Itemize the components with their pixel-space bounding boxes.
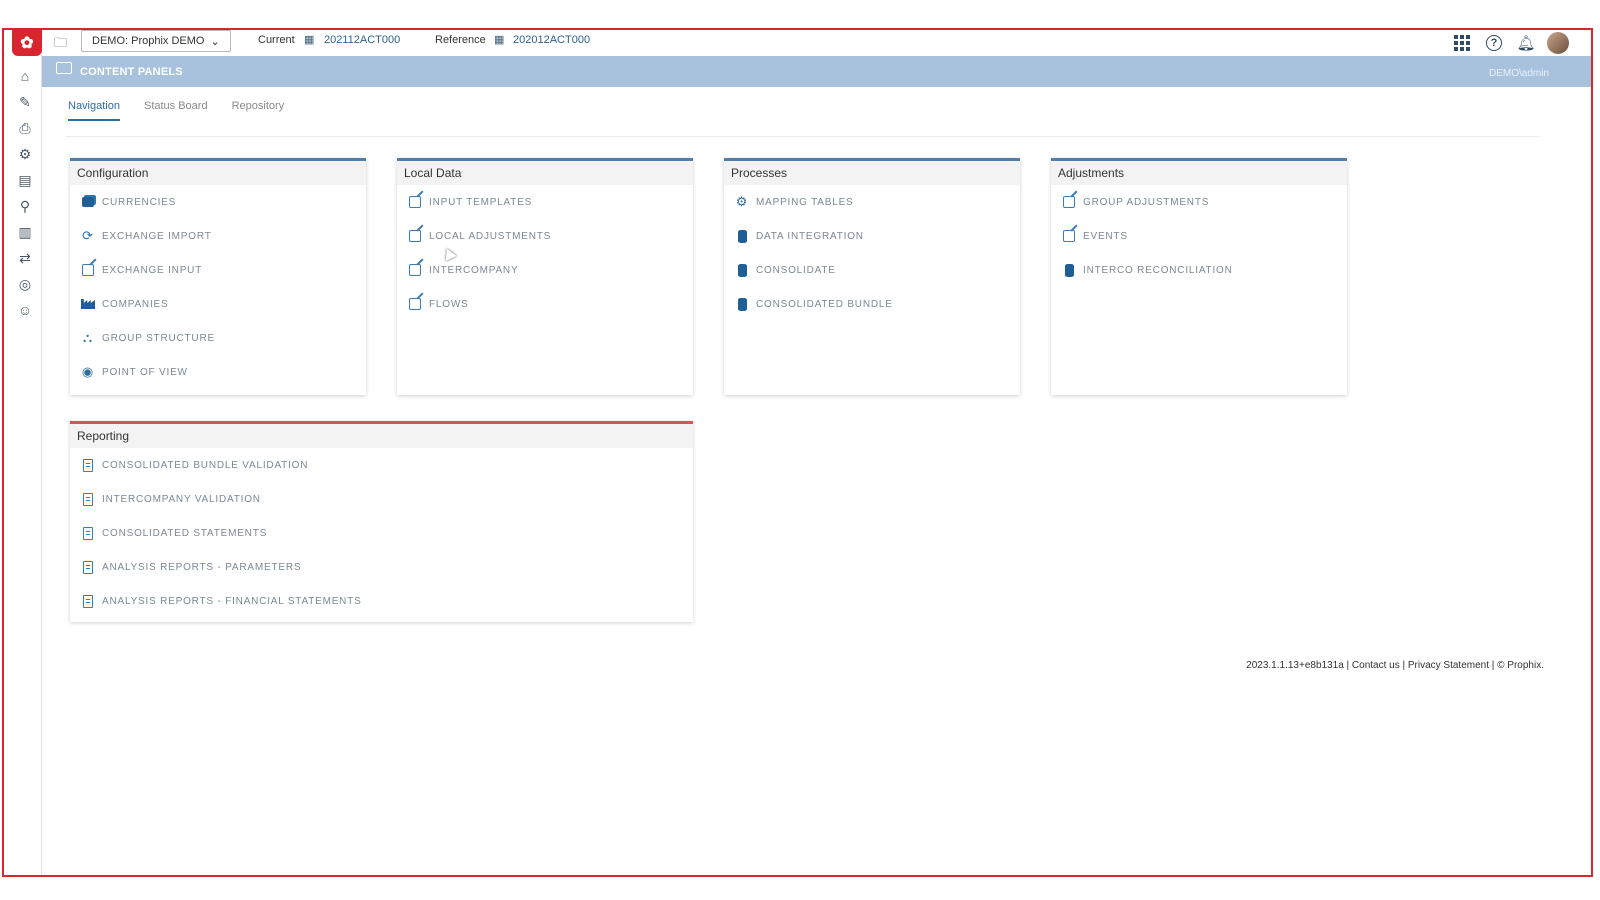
list-item-group-adjustments[interactable]: Group Adjustments xyxy=(1051,185,1347,219)
list-item-exchange-import[interactable]: ⟳ Exchange Import xyxy=(70,219,366,253)
tab-divider xyxy=(66,136,1540,137)
tab-status-board[interactable]: Status Board xyxy=(144,100,208,121)
panel-reporting: Reporting Consolidated Bundle Validation… xyxy=(70,421,693,622)
list-item-currencies[interactable]: Currencies xyxy=(70,185,366,219)
list-item-consolidated-bundle-validation[interactable]: Consolidated Bundle Validation xyxy=(70,448,693,482)
currencies-icon xyxy=(80,194,96,210)
user-avatar[interactable] xyxy=(1547,32,1569,54)
current-label: Current xyxy=(258,34,295,46)
list-item-analysis-reports-parameters[interactable]: Analysis Reports - Parameters xyxy=(70,550,693,584)
database-icon xyxy=(734,228,750,244)
edit-icon xyxy=(407,262,423,278)
footer-text[interactable]: 2023.1.1.13+e8b131a | Contact us | Priva… xyxy=(1246,660,1544,671)
calculator-icon[interactable]: ▤ xyxy=(15,170,35,190)
list-item-intercompany-validation[interactable]: Intercompany Validation xyxy=(70,482,693,516)
edit-icon xyxy=(80,262,96,278)
tab-navigation[interactable]: Navigation xyxy=(68,100,120,121)
panel-title: Reporting xyxy=(70,424,693,448)
list-item-flows[interactable]: Flows xyxy=(397,287,693,321)
apps-grid-icon[interactable] xyxy=(1451,32,1473,54)
list-item-exchange-input[interactable]: Exchange Input xyxy=(70,253,366,287)
chat-icon xyxy=(56,62,72,74)
tab-repository[interactable]: Repository xyxy=(232,100,285,121)
panel-title: Local Data xyxy=(397,161,693,185)
edit-icon xyxy=(407,228,423,244)
list-item-interco-reconciliation[interactable]: Interco Reconciliation xyxy=(1051,253,1347,287)
panel-local-data: Local Data Input Templates Local Adjustm… xyxy=(397,158,693,395)
bell-icon[interactable]: 🔔︎ xyxy=(1515,32,1537,54)
document-icon xyxy=(80,525,96,541)
database-icon xyxy=(734,296,750,312)
list-item-mapping-tables[interactable]: ⚙ Mapping Tables xyxy=(724,185,1020,219)
database-icon[interactable]: ▥ xyxy=(15,222,35,242)
factory-icon xyxy=(80,296,96,312)
document-icon xyxy=(80,593,96,609)
edit-icon xyxy=(407,296,423,312)
folder-icon[interactable]: 🗀 xyxy=(54,34,67,56)
panel-adjustments: Adjustments Group Adjustments Events Int… xyxy=(1051,158,1347,395)
hierarchy-icon[interactable]: ⚲ xyxy=(15,196,35,216)
eye-icon: ◉ xyxy=(81,364,95,379)
list-item-group-structure[interactable]: ⛬ Group Structure xyxy=(70,321,366,355)
database-icon xyxy=(734,262,750,278)
panel-title: Adjustments xyxy=(1051,161,1347,185)
list-item-consolidated-bundle[interactable]: Consolidated Bundle xyxy=(724,287,1020,321)
document-icon xyxy=(80,491,96,507)
settings-icon[interactable]: ⚙ xyxy=(15,144,35,164)
top-bar: 🗀 DEMO: Prophix DEMO ⌄ Current ▦ 202112A… xyxy=(42,30,1591,56)
context-selector-label: DEMO: Prophix DEMO xyxy=(92,35,205,47)
list-item-consolidated-statements[interactable]: Consolidated Statements xyxy=(70,516,693,550)
list-item-local-adjustments[interactable]: Local Adjustments xyxy=(397,219,693,253)
banner-title: CONTENT PANELS xyxy=(80,66,183,78)
tab-bar: Navigation Status Board Repository xyxy=(68,100,284,121)
list-item-point-of-view[interactable]: ◉ Point of View xyxy=(70,355,366,389)
calendar-icon[interactable]: ▦ xyxy=(494,33,504,46)
list-item-data-integration[interactable]: Data Integration xyxy=(724,219,1020,253)
list-item-analysis-reports-financial-statements[interactable]: Analysis Reports - Financial Statements xyxy=(70,584,693,618)
help-icon[interactable]: ? xyxy=(1483,32,1505,54)
panel-configuration: Configuration Currencies ⟳ Exchange Impor… xyxy=(70,158,366,395)
users-icon[interactable]: ☺ xyxy=(15,300,35,320)
home-icon[interactable]: ⌂ xyxy=(15,66,35,86)
document-icon xyxy=(80,559,96,575)
document-icon xyxy=(80,457,96,473)
prophix-logo[interactable]: ✿ xyxy=(12,30,42,56)
list-item-consolidate[interactable]: Consolidate xyxy=(724,253,1020,287)
edit-sheet-icon[interactable]: ✎ xyxy=(15,92,35,112)
globe-icon[interactable]: ◎ xyxy=(15,274,35,294)
refresh-icon: ⟳ xyxy=(82,228,94,243)
sitemap-icon: ⛬ xyxy=(83,330,93,345)
list-item-events[interactable]: Events xyxy=(1051,219,1347,253)
context-selector[interactable]: DEMO: Prophix DEMO ⌄ xyxy=(81,30,231,52)
current-value[interactable]: 202112ACT000 xyxy=(324,34,400,46)
edit-icon xyxy=(1061,228,1077,244)
content-panels-banner: CONTENT PANELS DEMO\admin xyxy=(42,56,1591,87)
left-rail: ✿ ⌂ ✎ ⎙ ⚙ ▤ ⚲ ▥ ⇄ ◎ ☺ xyxy=(4,30,42,875)
edit-icon xyxy=(1061,194,1077,210)
list-item-companies[interactable]: Companies xyxy=(70,287,366,321)
print-icon[interactable]: ⎙ xyxy=(15,118,35,138)
list-item-input-templates[interactable]: Input Templates xyxy=(397,185,693,219)
banner-user: DEMO\admin xyxy=(1488,68,1549,79)
calendar-icon[interactable]: ▦ xyxy=(304,33,314,46)
edit-icon xyxy=(407,194,423,210)
list-item-intercompany[interactable]: Intercompany xyxy=(397,253,693,287)
database-icon xyxy=(1061,262,1077,278)
reference-label: Reference xyxy=(435,34,486,46)
panel-title: Configuration xyxy=(70,161,366,185)
transfer-icon[interactable]: ⇄ xyxy=(15,248,35,268)
panel-processes: Processes ⚙ Mapping Tables Data Integrati… xyxy=(724,158,1020,395)
chevron-down-icon: ⌄ xyxy=(210,35,220,48)
panel-title: Processes xyxy=(724,161,1020,185)
gear-icon: ⚙ xyxy=(735,194,749,209)
reference-value[interactable]: 202012ACT000 xyxy=(513,34,590,46)
